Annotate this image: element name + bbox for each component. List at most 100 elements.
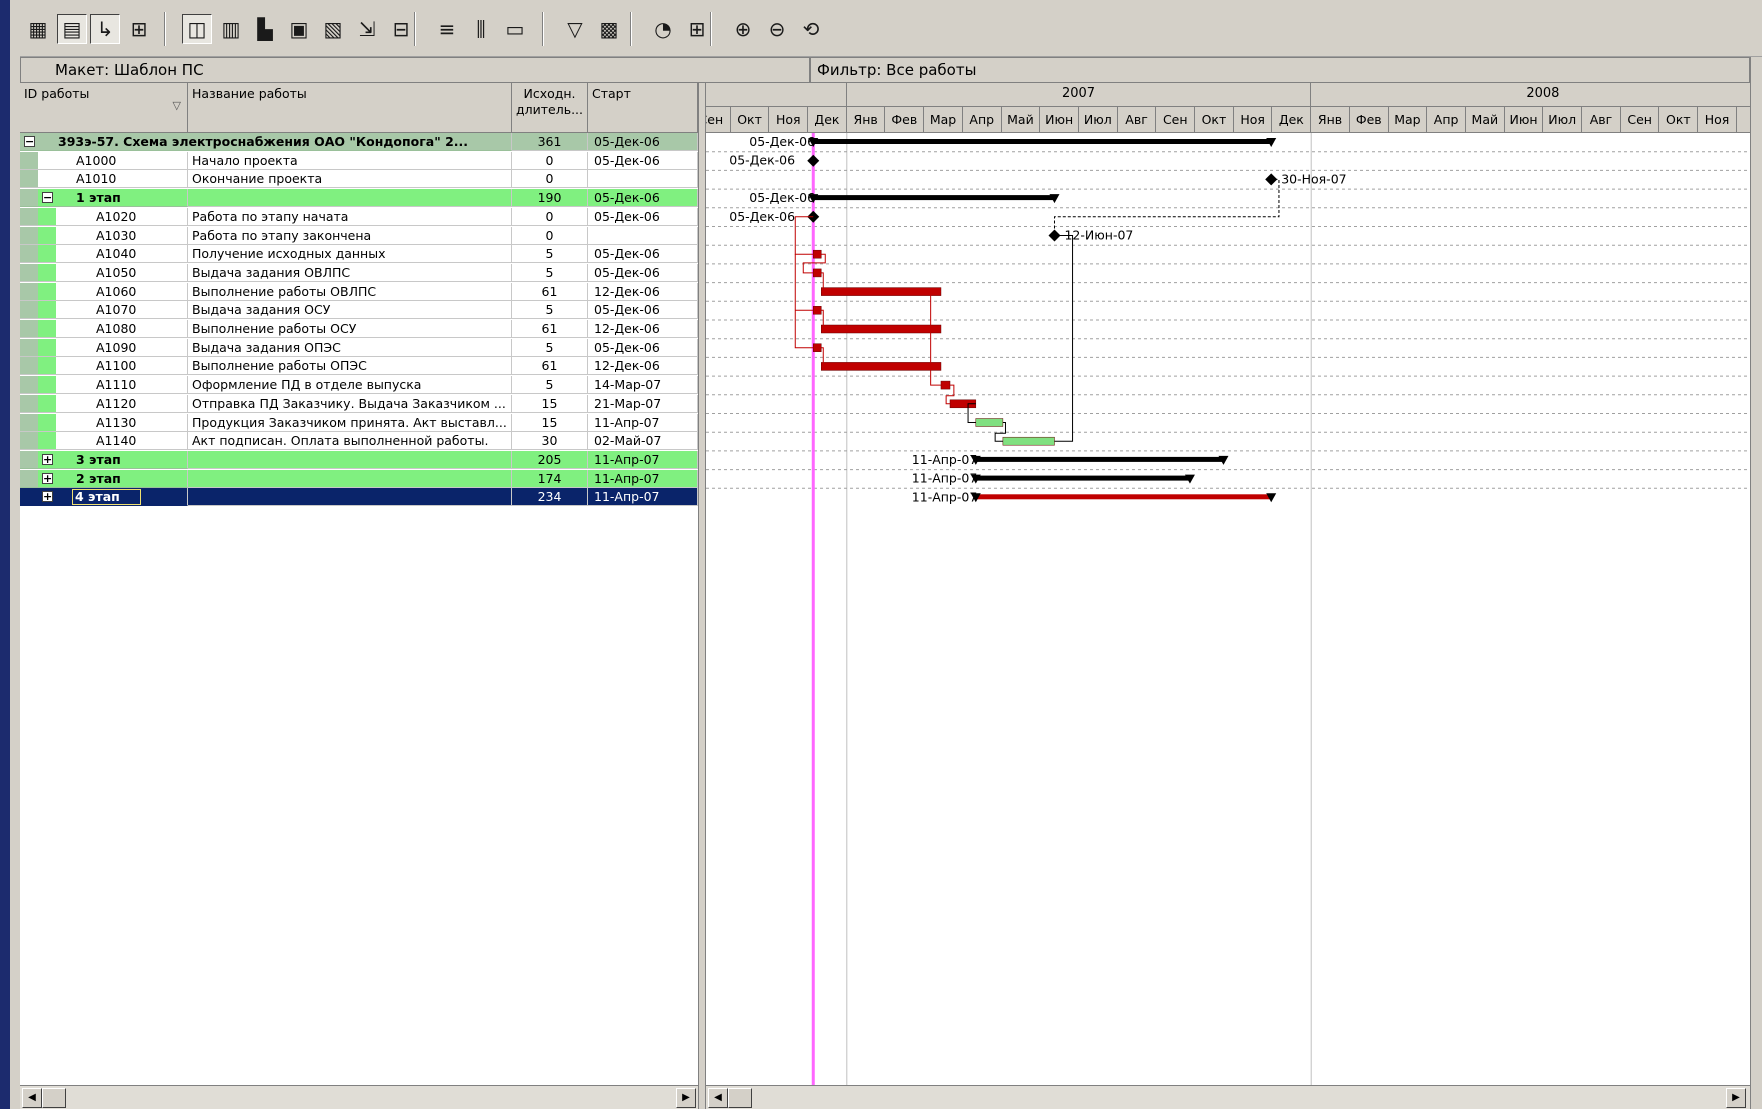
zoom-in-icon[interactable]: ⊕ [728,14,758,44]
cell-duration[interactable]: 0 [512,170,588,189]
table-row[interactable]: A1080 Выполнение работы ОСУ 61 12-Дек-06 [20,320,698,338]
filter-icon[interactable]: ▽ [560,14,590,44]
filter-label[interactable]: Фильтр: Все работы [810,57,1750,83]
table-row[interactable]: A1010 Окончание проекта 0 [20,170,698,189]
expand-icon[interactable]: + [42,472,53,484]
table-row[interactable]: A1120 Отправка ПД Заказчику. Выдача Заказ… [20,394,698,413]
cell-duration[interactable]: 190 [512,189,588,208]
trace-logic-icon[interactable]: ⇲ [352,14,382,44]
network-view-icon[interactable]: ⊞ [124,14,154,44]
cell-activity-name[interactable] [188,450,512,469]
pane-splitter[interactable] [698,83,706,1109]
cell-duration[interactable]: 15 [512,413,588,432]
cell-activity-name[interactable]: Выполнение работы ОСУ [188,320,512,338]
cell-activity-name[interactable]: Получение исходных данных [188,245,512,264]
cell-start[interactable] [588,226,698,245]
table-row[interactable]: A1060 Выполнение работы ОВЛПС 61 12-Дек-06 [20,282,698,301]
cell-start[interactable]: 12-Дек-06 [588,320,698,338]
column-header-duration[interactable]: Исходн. длитель... [512,83,588,133]
cell-activity-id[interactable]: 2 этап + [20,469,188,488]
collapse-icon[interactable]: − [42,192,53,204]
progress-spotlight-icon[interactable]: ◔ [648,14,678,44]
cell-duration[interactable]: 361 [512,133,588,151]
cell-duration[interactable]: 61 [512,357,588,376]
cell-start[interactable]: 05-Дек-06 [588,189,698,208]
cell-activity-name[interactable]: Отправка ПД Заказчику. Выдача Заказчиком… [188,394,512,413]
table-row[interactable]: A1100 Выполнение работы ОПЭС 61 12-Дек-06 [20,357,698,376]
scroll-thumb[interactable] [42,1088,66,1108]
cell-activity-id[interactable]: A1140 [20,432,188,451]
table-row[interactable]: A1140 Акт подписан. Оплата выполненной ра… [20,432,698,451]
gantt-scroll-right-icon[interactable]: ▶ [1726,1088,1746,1108]
cell-activity-id[interactable]: 3 этап + [20,450,188,469]
table-row[interactable]: A1040 Получение исходных данных 5 05-Дек-06 [20,245,698,264]
column-header-name[interactable]: Название работы [188,83,512,133]
gantt-chart[interactable]: 05-Дек-06 05-Дек-06 30-Ноя-07 05-Дек-06 05-Д… [706,133,1750,1085]
cell-start[interactable]: 12-Дек-06 [588,282,698,301]
cell-activity-id[interactable]: A1090 [20,338,188,357]
table-row[interactable]: 393э-57. Схема электроснабжения ОАО "Кон… [20,133,698,151]
table-row[interactable]: 2 этап +174 11-Апр-07 [20,469,698,488]
resource-table-icon[interactable]: ▥ [216,14,246,44]
cell-activity-name[interactable]: Выдача задания ОПЭС [188,338,512,357]
cell-activity-id[interactable]: A1010 [20,170,188,189]
zoom-reset-icon[interactable]: ⟲ [796,14,826,44]
cell-activity-name[interactable]: Выдача задания ОСУ [188,301,512,320]
gantt-scroll-left-icon[interactable]: ◀ [708,1088,728,1108]
cell-duration[interactable]: 5 [512,245,588,264]
table-row[interactable]: 3 этап + 205 11-Апр-07 [20,450,698,469]
cell-duration[interactable]: 205 [512,450,588,469]
cell-start[interactable]: 05-Дек-06 [588,151,698,170]
cell-activity-name[interactable]: Акт подписан. Оплата выполненной работы. [188,432,512,451]
table-row[interactable]: A1000 Начало проекта 0 05-Дек-06 [20,151,698,170]
cell-duration[interactable]: 5 [512,263,588,282]
table-row[interactable]: 4 этап +234 11-Апр-07 [20,488,698,507]
cell-duration[interactable]: 0 [512,151,588,170]
table-row[interactable]: A1130 Продукция Заказчиком принята. Акт в… [20,413,698,432]
table-row[interactable]: A1030 Работа по этапу закончена 0 [20,226,698,245]
expand-icon[interactable]: + [42,491,53,503]
cell-activity-name[interactable]: Выполнение работы ОВЛПС [188,282,512,301]
cell-duration[interactable]: 234 [512,488,588,507]
cell-activity-id[interactable]: A1050 [20,263,188,282]
cell-activity-name[interactable]: Работа по этапу закончена [188,226,512,245]
cell-activity-name[interactable] [188,189,512,208]
cell-start[interactable]: 11-Апр-07 [588,469,698,488]
cell-duration[interactable]: 0 [512,226,588,245]
table-row[interactable]: A1050 Выдача задания ОВЛПС 5 05-Дек-06 [20,263,698,282]
cell-activity-id[interactable]: A1120 [20,394,188,413]
layout-selector[interactable]: Макет: Шаблон ПС [20,57,810,83]
table-row[interactable]: A1020 Работа по этапу начата 0 05-Дек-06 [20,207,698,226]
cell-activity-id[interactable]: A1030 [20,226,188,245]
cell-activity-id[interactable]: A1020 [20,207,188,226]
cell-start[interactable]: 11-Апр-07 [588,450,698,469]
cell-start[interactable]: 12-Дек-06 [588,357,698,376]
cell-duration[interactable]: 5 [512,301,588,320]
table-row[interactable]: 1 этап − 190 05-Дек-06 [20,189,698,208]
cell-activity-id[interactable]: A1040 [20,245,188,264]
cell-activity-id[interactable]: A1070 [20,301,188,320]
cell-start[interactable]: 05-Дек-06 [588,133,698,151]
cell-activity-name[interactable]: Работа по этапу начата [188,207,512,226]
cell-activity-name[interactable]: Оформление ПД в отделе выпуска [188,376,512,395]
cell-duration[interactable]: 30 [512,432,588,451]
cell-start[interactable]: 05-Дек-06 [588,207,698,226]
column-header-start[interactable]: Старт [588,83,698,133]
expand-icon[interactable]: + [42,453,53,465]
cell-start[interactable]: 11-Апр-07 [588,488,698,507]
cell-duration[interactable]: 5 [512,376,588,395]
cell-start[interactable]: 14-Мар-07 [588,376,698,395]
relationship-lines-icon[interactable]: ↳ [90,14,120,44]
gantt-horizontal-scrollbar[interactable]: ◀ ▶ [706,1085,1750,1109]
gantt-view-icon[interactable]: ▤ [57,14,87,44]
cell-activity-id[interactable]: A1110 [20,376,188,395]
profile-icon[interactable]: ▧ [318,14,348,44]
cell-activity-id[interactable]: 1 этап − [20,189,188,208]
cell-start[interactable]: 21-Мар-07 [588,394,698,413]
format-icon[interactable]: ▭ [500,14,530,44]
cell-activity-id[interactable]: A1000 [20,151,188,170]
cell-activity-name[interactable] [188,469,512,488]
schedule-icon[interactable]: ⊟ [386,14,416,44]
table-horizontal-scrollbar[interactable]: ◀ ▶ [20,1085,698,1109]
spreadsheet-icon[interactable]: ▣ [284,14,314,44]
